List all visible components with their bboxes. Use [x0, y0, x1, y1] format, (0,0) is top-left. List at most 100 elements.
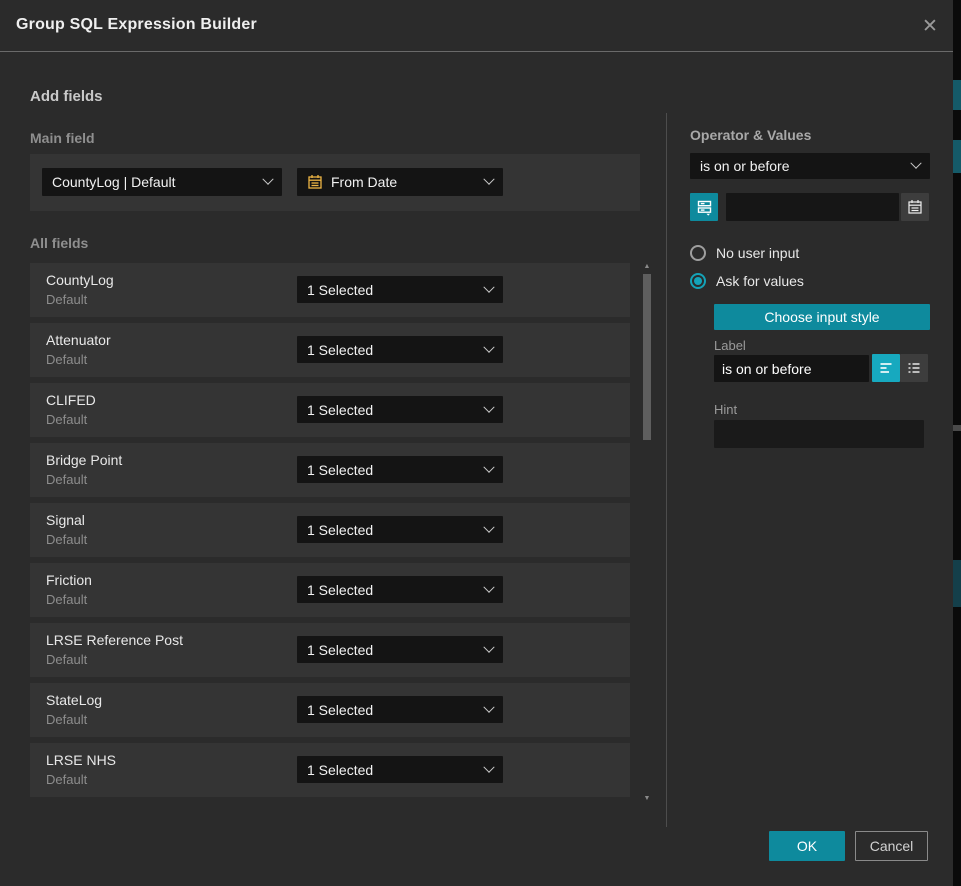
- field-row: Bridge Point Default 1 Selected: [30, 443, 630, 497]
- scrollbar-thumb[interactable]: [643, 274, 651, 440]
- add-fields-heading: Add fields: [30, 88, 103, 105]
- single-label-toggle-button[interactable]: [872, 354, 900, 382]
- chevron-down-icon: [483, 521, 494, 532]
- scroll-up-icon[interactable]: ▲: [641, 263, 653, 271]
- chevron-down-icon: [910, 158, 921, 169]
- choose-input-style-button[interactable]: Choose input style: [714, 304, 930, 330]
- scroll-down-icon[interactable]: ▼: [641, 795, 653, 803]
- field-selection-value: 1 Selected: [307, 702, 485, 718]
- field-name: Signal: [46, 512, 85, 528]
- field-selection-value: 1 Selected: [307, 522, 485, 538]
- field-row: CLIFED Default 1 Selected: [30, 383, 630, 437]
- screen: Group SQL Expression Builder ✕ Add field…: [0, 0, 961, 886]
- chevron-down-icon: [483, 281, 494, 292]
- main-field-dataset-dropdown[interactable]: CountyLog | Default: [42, 168, 282, 196]
- label-input[interactable]: [714, 355, 869, 382]
- field-row: CountyLog Default 1 Selected: [30, 263, 630, 317]
- field-name: StateLog: [46, 692, 102, 708]
- field-name: LRSE Reference Post: [46, 632, 183, 648]
- operator-dropdown[interactable]: is on or before: [690, 153, 930, 179]
- chevron-down-icon: [483, 461, 494, 472]
- edge-segment: [953, 140, 961, 173]
- field-selection-value: 1 Selected: [307, 582, 485, 598]
- date-picker-button[interactable]: [901, 193, 929, 221]
- field-selection-dropdown[interactable]: 1 Selected: [297, 696, 503, 723]
- field-type: Default: [46, 292, 87, 307]
- chevron-down-icon: [483, 641, 494, 652]
- field-type: Default: [46, 592, 87, 607]
- field-selection-dropdown[interactable]: 1 Selected: [297, 636, 503, 663]
- chevron-down-icon: [483, 761, 494, 772]
- chevron-down-icon: [262, 174, 273, 185]
- field-selection-dropdown[interactable]: 1 Selected: [297, 276, 503, 303]
- fields-scrollbar[interactable]: ▲ ▼: [641, 263, 653, 803]
- field-row: Signal Default 1 Selected: [30, 503, 630, 557]
- group-sql-expression-builder-dialog: Group SQL Expression Builder ✕ Add field…: [0, 0, 953, 886]
- value-input[interactable]: [726, 193, 899, 221]
- field-type: Default: [46, 772, 87, 787]
- operator-values-heading: Operator & Values: [690, 127, 811, 143]
- field-row: LRSE Reference Post Default 1 Selected: [30, 623, 630, 677]
- field-type: Default: [46, 472, 87, 487]
- field-name: CountyLog: [46, 272, 114, 288]
- dialog-title: Group SQL Expression Builder: [16, 16, 257, 34]
- edge-segment: [953, 560, 961, 607]
- unique-values-button[interactable]: [690, 193, 718, 221]
- radio-no-user-input[interactable]: No user input: [690, 245, 799, 261]
- field-row: StateLog Default 1 Selected: [30, 683, 630, 737]
- radio-icon: [690, 245, 706, 261]
- field-type: Default: [46, 412, 87, 427]
- field-name: LRSE NHS: [46, 752, 116, 768]
- cancel-button[interactable]: Cancel: [855, 831, 928, 861]
- ok-button[interactable]: OK: [769, 831, 845, 861]
- edge-segment: [953, 425, 961, 431]
- list-labels-toggle-button[interactable]: [900, 354, 928, 382]
- main-field-field-dropdown[interactable]: From Date: [297, 168, 503, 196]
- field-selection-value: 1 Selected: [307, 762, 485, 778]
- calendar-icon: [907, 199, 923, 215]
- hint-label: Hint: [714, 402, 737, 417]
- chevron-down-icon: [483, 701, 494, 712]
- field-row: Attenuator Default 1 Selected: [30, 323, 630, 377]
- field-type: Default: [46, 652, 87, 667]
- field-name: CLIFED: [46, 392, 96, 408]
- field-selection-dropdown[interactable]: 1 Selected: [297, 516, 503, 543]
- main-field-field-value: From Date: [331, 174, 485, 190]
- radio-no-user-input-label: No user input: [716, 245, 799, 261]
- field-selection-value: 1 Selected: [307, 402, 485, 418]
- main-field-label: Main field: [30, 130, 95, 146]
- field-selection-value: 1 Selected: [307, 462, 485, 478]
- field-selection-dropdown[interactable]: 1 Selected: [297, 756, 503, 783]
- field-selection-value: 1 Selected: [307, 342, 485, 358]
- main-field-panel: CountyLog | Default From Date: [30, 154, 640, 211]
- stacked-values-icon: [696, 199, 713, 216]
- close-icon[interactable]: ✕: [915, 12, 945, 42]
- field-type: Default: [46, 352, 87, 367]
- field-name: Bridge Point: [46, 452, 122, 468]
- field-row: LRSE NHS Default 1 Selected: [30, 743, 630, 797]
- edge-segment: [953, 80, 961, 110]
- align-left-icon: [878, 360, 894, 376]
- field-selection-value: 1 Selected: [307, 282, 485, 298]
- radio-ask-for-values-label: Ask for values: [716, 273, 804, 289]
- chevron-down-icon: [483, 581, 494, 592]
- radio-selected-icon: [690, 273, 706, 289]
- label-label: Label: [714, 338, 746, 353]
- background-app-edge: [953, 0, 961, 886]
- all-fields-label: All fields: [30, 235, 88, 251]
- chevron-down-icon: [483, 341, 494, 352]
- field-selection-dropdown[interactable]: 1 Selected: [297, 336, 503, 363]
- operator-value: is on or before: [700, 158, 912, 174]
- main-field-dataset-value: CountyLog | Default: [52, 174, 264, 190]
- field-selection-dropdown[interactable]: 1 Selected: [297, 576, 503, 603]
- field-selection-dropdown[interactable]: 1 Selected: [297, 456, 503, 483]
- chevron-down-icon: [483, 401, 494, 412]
- field-name: Attenuator: [46, 332, 111, 348]
- field-row: Friction Default 1 Selected: [30, 563, 630, 617]
- bulleted-list-icon: [906, 360, 922, 376]
- panel-divider: [666, 113, 667, 827]
- radio-ask-for-values[interactable]: Ask for values: [690, 273, 804, 289]
- hint-input[interactable]: [714, 420, 924, 448]
- field-selection-dropdown[interactable]: 1 Selected: [297, 396, 503, 423]
- field-type: Default: [46, 712, 87, 727]
